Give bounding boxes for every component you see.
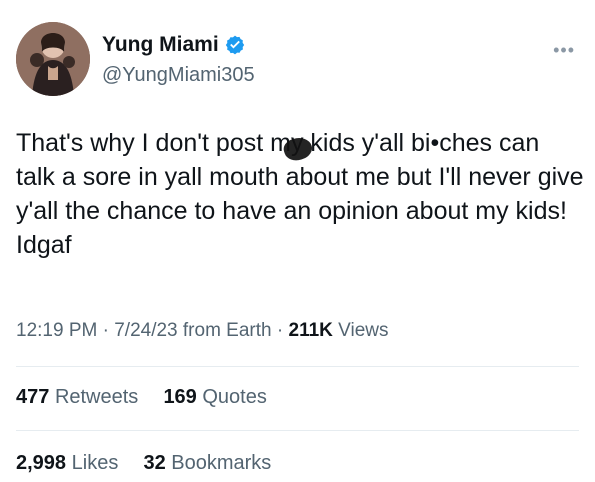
tweet-date[interactable]: 7/24/23 xyxy=(114,320,177,341)
tweet-time[interactable]: 12:19 PM xyxy=(16,320,97,341)
likes-label[interactable]: Likes xyxy=(72,452,119,474)
profile-avatar[interactable] xyxy=(16,22,90,96)
profile-name-row: Yung Miami xyxy=(102,31,246,59)
engagement-row-primary: 477 Retweets 169 Quotes xyxy=(16,386,267,409)
tweet-source: from Earth xyxy=(182,320,272,341)
quotes-label[interactable]: Quotes xyxy=(202,386,266,408)
views-label: Views xyxy=(338,320,389,341)
bookmarks-count[interactable]: 32 xyxy=(143,452,165,474)
tweet-metadata: 12:19 PM · 7/24/23 from Earth · 211K Vie… xyxy=(16,320,576,342)
section-divider xyxy=(16,366,579,367)
more-options-icon[interactable]: ••• xyxy=(553,40,575,61)
retweets-label[interactable]: Retweets xyxy=(55,386,138,408)
quotes-count[interactable]: 169 xyxy=(163,386,196,408)
meta-separator: · xyxy=(276,320,289,341)
views-count: 211K xyxy=(288,320,333,341)
likes-count[interactable]: 2,998 xyxy=(16,452,66,474)
bookmarks-label[interactable]: Bookmarks xyxy=(171,452,271,474)
section-divider xyxy=(16,430,579,431)
engagement-row-secondary: 2,998 Likes 32 Bookmarks xyxy=(16,452,271,475)
retweets-count[interactable]: 477 xyxy=(16,386,49,408)
meta-separator: · xyxy=(102,320,115,341)
verified-badge-icon xyxy=(224,34,246,56)
display-name[interactable]: Yung Miami xyxy=(102,33,219,57)
profile-handle[interactable]: @YungMiami305 xyxy=(102,64,255,87)
tweet-header: Yung Miami @YungMiami305 ••• xyxy=(16,22,579,98)
